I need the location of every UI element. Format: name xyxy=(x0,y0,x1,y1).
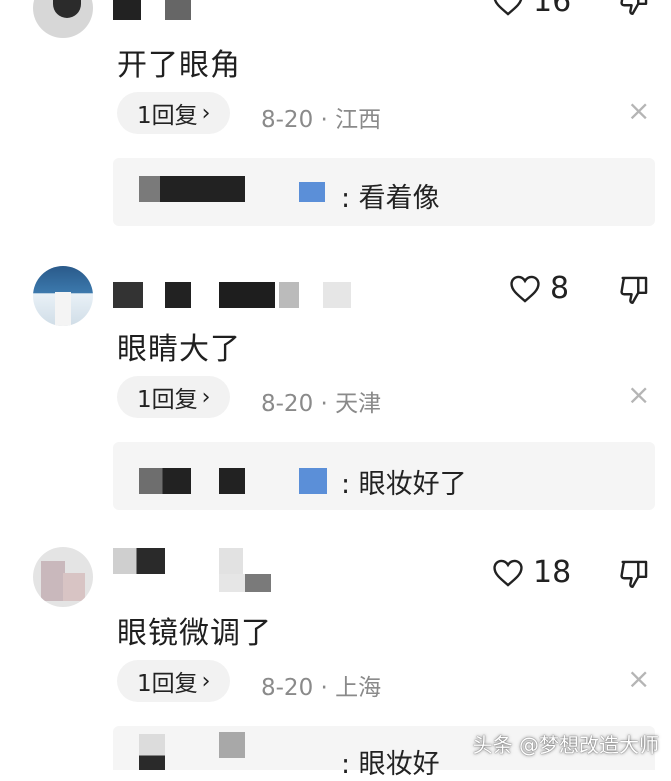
sub-reply-preview[interactable]: : 眼妆好了 xyxy=(113,442,655,510)
sub-username-redacted xyxy=(139,468,191,494)
sub-avatar-redacted xyxy=(299,182,325,202)
reply-count-label: 1回复 xyxy=(137,671,198,697)
sub-reply-preview[interactable]: : 看着像 xyxy=(113,158,655,226)
avatar[interactable] xyxy=(33,547,93,607)
sub-username-redacted xyxy=(139,734,165,770)
comment-date: 8-20 xyxy=(261,391,314,417)
heart-outline-icon xyxy=(493,559,523,587)
heart-outline-icon xyxy=(493,0,523,16)
close-icon[interactable]: × xyxy=(627,381,650,409)
reply-count-button[interactable]: 1回复 › xyxy=(117,376,231,418)
reply-count-button[interactable]: 1回复 › xyxy=(117,660,231,702)
like-count: 18 xyxy=(533,555,572,590)
username-redacted[interactable] xyxy=(113,0,193,20)
username-redacted[interactable] xyxy=(113,282,353,308)
like-count: 8 xyxy=(550,271,570,306)
comment-meta: 8-20 · 上海 xyxy=(261,668,381,702)
comment-location: 天津 xyxy=(335,391,382,417)
reply-count-label: 1回复 xyxy=(137,387,198,413)
sub-avatar-redacted xyxy=(299,468,327,494)
sub-username-redacted xyxy=(139,176,245,202)
avatar[interactable] xyxy=(33,266,93,326)
chevron-right-icon: › xyxy=(201,100,211,126)
meta-separator: · xyxy=(320,107,328,133)
sub-reply-text: : 看着像 xyxy=(341,183,440,214)
reply-count-button[interactable]: 1回复 › xyxy=(117,92,231,134)
comment-text: 开了眼角 xyxy=(117,48,241,83)
comment-date: 8-20 xyxy=(261,675,314,701)
heart-outline-icon xyxy=(510,275,540,303)
thumbs-down-icon[interactable] xyxy=(617,557,651,591)
comment-text: 眼镜微调了 xyxy=(117,616,272,651)
like-button[interactable]: 18 xyxy=(491,555,571,590)
sub-reply-text: : 眼妆好了 xyxy=(341,469,467,500)
username-redacted[interactable] xyxy=(113,548,273,592)
chevron-right-icon: › xyxy=(201,668,211,694)
comment-date: 8-20 xyxy=(261,107,314,133)
meta-separator: · xyxy=(320,675,328,701)
comment-meta: 8-20 · 江西 xyxy=(261,100,381,134)
meta-separator: · xyxy=(320,391,328,417)
like-button[interactable]: 16 xyxy=(491,0,571,19)
like-button[interactable]: 8 xyxy=(508,271,569,306)
thumbs-down-icon[interactable] xyxy=(617,0,651,18)
comment-meta: 8-20 · 天津 xyxy=(261,384,381,418)
chevron-right-icon: › xyxy=(201,384,211,410)
sub-username-redacted xyxy=(219,732,245,758)
close-icon[interactable]: × xyxy=(627,97,650,125)
comment-text: 眼睛大了 xyxy=(117,332,241,367)
comment-location: 上海 xyxy=(335,675,382,701)
thumbs-down-icon[interactable] xyxy=(617,273,651,307)
comment-location: 江西 xyxy=(335,107,382,133)
watermark: 头条 @梦想改造大师 xyxy=(472,733,659,757)
sub-reply-text: : 眼妆好 xyxy=(341,749,440,780)
sub-username-redacted xyxy=(219,468,245,494)
like-count: 16 xyxy=(533,0,572,19)
reply-count-label: 1回复 xyxy=(137,103,198,129)
avatar[interactable] xyxy=(33,0,93,38)
close-icon[interactable]: × xyxy=(627,665,650,693)
